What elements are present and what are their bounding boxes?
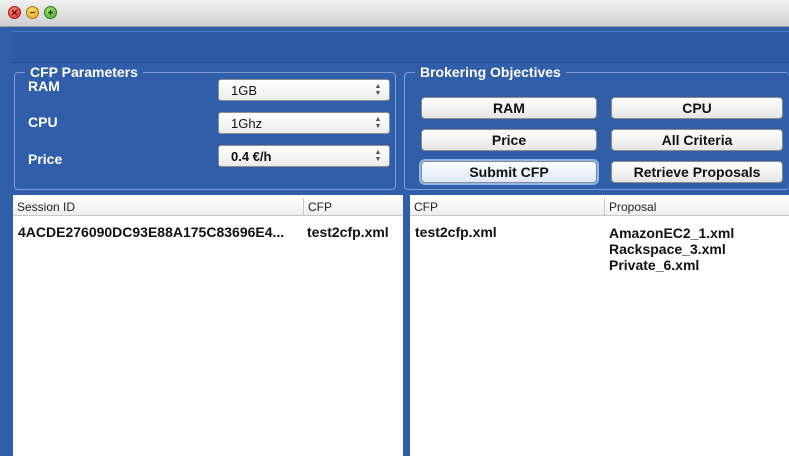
ram-select-value: 1GB: [231, 82, 258, 98]
price-select[interactable]: 0.4 €/h ▲ ▼: [218, 145, 390, 167]
table-header: Session ID CFP: [13, 198, 403, 216]
proposal-cell: AmazonEC2_1.xml Rackspace_3.xml Private_…: [609, 225, 734, 273]
proposal-item: AmazonEC2_1.xml: [609, 225, 735, 241]
cfp-cell: test2cfp.xml: [307, 224, 389, 240]
all-criteria-button[interactable]: All Criteria: [611, 129, 783, 151]
retrieve-proposals-button[interactable]: Retrieve Proposals: [611, 161, 783, 183]
brokering-objectives-title: Brokering Objectives: [415, 64, 566, 80]
table-header: CFP Proposal: [410, 198, 789, 216]
brokering-objectives-group: Brokering Objectives RAM CPU Price All C…: [404, 64, 789, 190]
session-id-cell: 4ACDE276090DC93E88A175C83696E4...: [18, 224, 285, 240]
minimize-icon[interactable]: [26, 6, 39, 19]
column-header-session-id[interactable]: Session ID: [17, 200, 75, 214]
close-icon[interactable]: [8, 6, 21, 19]
proposal-item: Private_6.xml: [609, 257, 700, 273]
cpu-label: CPU: [28, 114, 58, 130]
price-objective-button[interactable]: Price: [421, 129, 597, 151]
cfp-cell: test2cfp.xml: [415, 224, 497, 240]
window-titlebar: [0, 0, 789, 27]
cpu-select-value: 1Ghz: [231, 115, 263, 131]
column-separator[interactable]: [604, 198, 605, 215]
control-panel: CFP Parameters RAM 1GB ▲ ▼ CPU 1Ghz ▲ ▼ Pr…: [0, 27, 789, 195]
updown-arrows-icon: ▲ ▼: [374, 116, 382, 130]
cpu-select[interactable]: 1Ghz ▲ ▼: [218, 112, 390, 134]
column-header-cfp[interactable]: CFP: [308, 200, 332, 214]
updown-arrows-icon: ▲ ▼: [374, 83, 382, 97]
ram-select[interactable]: 1GB ▲ ▼: [218, 79, 390, 101]
toolbar-strip: [12, 31, 789, 63]
cpu-objective-button[interactable]: CPU: [611, 97, 783, 119]
sessions-table: Session ID CFP 4ACDE276090DC93E88A175C83…: [13, 195, 403, 456]
proposal-item: Rackspace_3.xml: [609, 241, 726, 257]
submit-cfp-button[interactable]: Submit CFP: [421, 161, 597, 183]
price-label: Price: [28, 151, 63, 167]
ram-objective-button[interactable]: RAM: [421, 97, 597, 119]
column-header-cfp[interactable]: CFP: [414, 200, 438, 214]
proposals-table: CFP Proposal test2cfp.xml AmazonEC2_1.xm…: [410, 195, 789, 456]
window-border: [0, 195, 13, 456]
maximize-icon[interactable]: [44, 6, 57, 19]
column-separator[interactable]: [303, 198, 304, 215]
price-select-value: 0.4 €/h: [231, 148, 272, 164]
ram-label: RAM: [28, 78, 60, 94]
column-header-proposal[interactable]: Proposal: [609, 200, 656, 214]
pane-splitter[interactable]: [403, 195, 410, 456]
updown-arrows-icon: ▲ ▼: [374, 149, 382, 163]
cfp-parameters-group: CFP Parameters RAM 1GB ▲ ▼ CPU 1Ghz ▲ ▼ Pr…: [14, 64, 396, 190]
